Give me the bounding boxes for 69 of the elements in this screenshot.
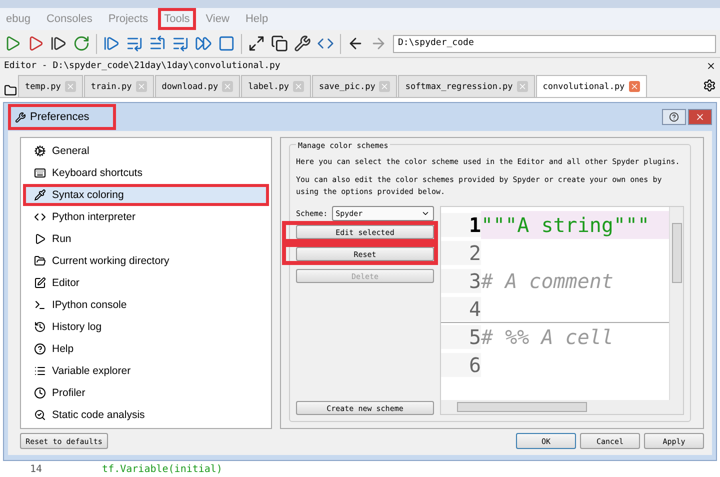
run-icon[interactable]: [4, 35, 21, 52]
play-icon: [34, 233, 46, 245]
step-over-icon[interactable]: [172, 35, 189, 52]
history-icon: [34, 321, 46, 333]
section-item[interactable]: General: [23, 140, 269, 162]
folder-icon: [34, 255, 46, 267]
help-icon: [34, 343, 46, 355]
section-item[interactable]: History log: [23, 316, 269, 338]
run-file-icon[interactable]: [27, 35, 44, 52]
horizontal-scrollbar[interactable]: [441, 400, 683, 414]
path-field[interactable]: D:\spyder_code: [393, 34, 716, 52]
maximize-icon[interactable]: [248, 35, 265, 52]
line-number: 3: [441, 269, 481, 293]
line-number: 14: [30, 464, 42, 476]
line-number: 1: [441, 213, 481, 237]
continue-icon[interactable]: [195, 35, 212, 52]
line-number: 6: [441, 353, 481, 377]
close-icon[interactable]: [706, 61, 716, 71]
folder-icon[interactable]: [4, 84, 17, 97]
close-icon: [695, 112, 705, 122]
vertical-scrollbar[interactable]: [669, 207, 683, 400]
file-tab[interactable]: train.py: [84, 75, 154, 97]
file-tab[interactable]: label.py: [241, 75, 312, 97]
pipette-icon: [34, 189, 46, 201]
gears-icon: [34, 145, 46, 157]
section-item[interactable]: Profiler: [23, 382, 269, 404]
wrench-icon[interactable]: [294, 35, 311, 52]
editor-title: Editor - D:\spyder_code\21day\1day\convolutional.py: [4, 61, 280, 71]
code-text: tf.Variable(initial): [102, 464, 222, 476]
chevron-down-icon: [421, 209, 430, 218]
rerun-icon[interactable]: [73, 35, 90, 52]
keyboard-icon: [34, 167, 46, 179]
code-icon: [34, 211, 46, 223]
code-text: """A string""": [481, 213, 650, 237]
step-return-icon[interactable]: [149, 35, 166, 52]
back-icon[interactable]: [347, 35, 364, 52]
clock-icon: [34, 387, 46, 399]
section-item[interactable]: Syntax coloring: [23, 184, 269, 206]
file-tab[interactable]: temp.py: [18, 75, 83, 97]
step-into-icon[interactable]: [126, 35, 143, 52]
section-item[interactable]: Variable explorer: [23, 360, 269, 382]
file-tab[interactable]: save_pic.py: [312, 75, 398, 97]
section-item[interactable]: Editor: [23, 272, 269, 294]
step-icon[interactable]: [50, 35, 67, 52]
file-tab[interactable]: convolutional.py: [536, 75, 647, 97]
section-item[interactable]: Python interpreter: [23, 206, 269, 228]
terminal-icon: [34, 299, 46, 311]
line-number: 4: [441, 296, 481, 320]
line-number: 5: [441, 325, 481, 349]
file-tab[interactable]: download.py: [154, 75, 240, 97]
forward-icon[interactable]: [370, 35, 387, 52]
wrench-icon: [15, 112, 26, 122]
code-text: # A comment: [481, 269, 614, 293]
help-icon: [669, 112, 679, 122]
section-item[interactable]: Current working directory: [23, 250, 269, 272]
pencil-square-icon: [34, 277, 46, 289]
dialog-title: Preferences: [8, 104, 116, 130]
section-item[interactable]: IPython console: [23, 294, 269, 316]
file-tab[interactable]: softmax_regression.py: [398, 75, 535, 97]
help-button[interactable]: [662, 109, 686, 125]
section-item[interactable]: Help: [23, 338, 269, 360]
search-check-icon: [34, 409, 46, 421]
code-text: # %% A cell: [481, 325, 614, 349]
settings-icon[interactable]: [703, 79, 716, 92]
stop-icon[interactable]: [218, 35, 235, 52]
section-item[interactable]: Keyboard shortcuts: [23, 162, 269, 184]
section-item[interactable]: Run: [23, 228, 269, 250]
line-number: 2: [441, 241, 481, 265]
section-item[interactable]: Static code analysis: [23, 404, 269, 426]
